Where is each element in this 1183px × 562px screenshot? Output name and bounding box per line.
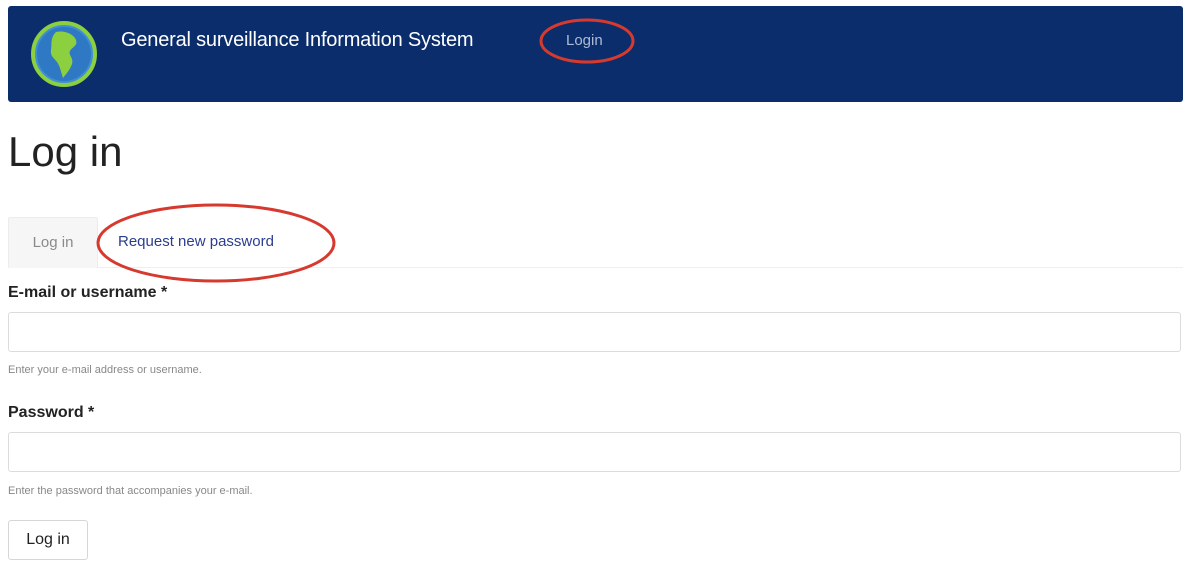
nav-login-link[interactable]: Login bbox=[566, 32, 603, 49]
site-name[interactable]: General surveillance Information System bbox=[121, 29, 474, 52]
tab-request-new-password[interactable]: Request new password bbox=[118, 217, 274, 267]
username-input[interactable] bbox=[8, 312, 1181, 352]
globe-americas-icon[interactable] bbox=[30, 20, 98, 88]
username-help: Enter your e-mail address or username. bbox=[8, 364, 202, 376]
tab-log-in[interactable]: Log in bbox=[8, 217, 98, 268]
password-label: Password * bbox=[8, 404, 95, 421]
tab-bar: Log in Request new password bbox=[8, 217, 1183, 268]
log-in-button[interactable]: Log in bbox=[8, 520, 88, 560]
password-help: Enter the password that accompanies your… bbox=[8, 485, 253, 497]
page-title: Log in bbox=[8, 128, 123, 175]
site-header: General surveillance Information System … bbox=[8, 6, 1183, 102]
username-label: E-mail or username * bbox=[8, 284, 168, 301]
password-input[interactable] bbox=[8, 432, 1181, 472]
